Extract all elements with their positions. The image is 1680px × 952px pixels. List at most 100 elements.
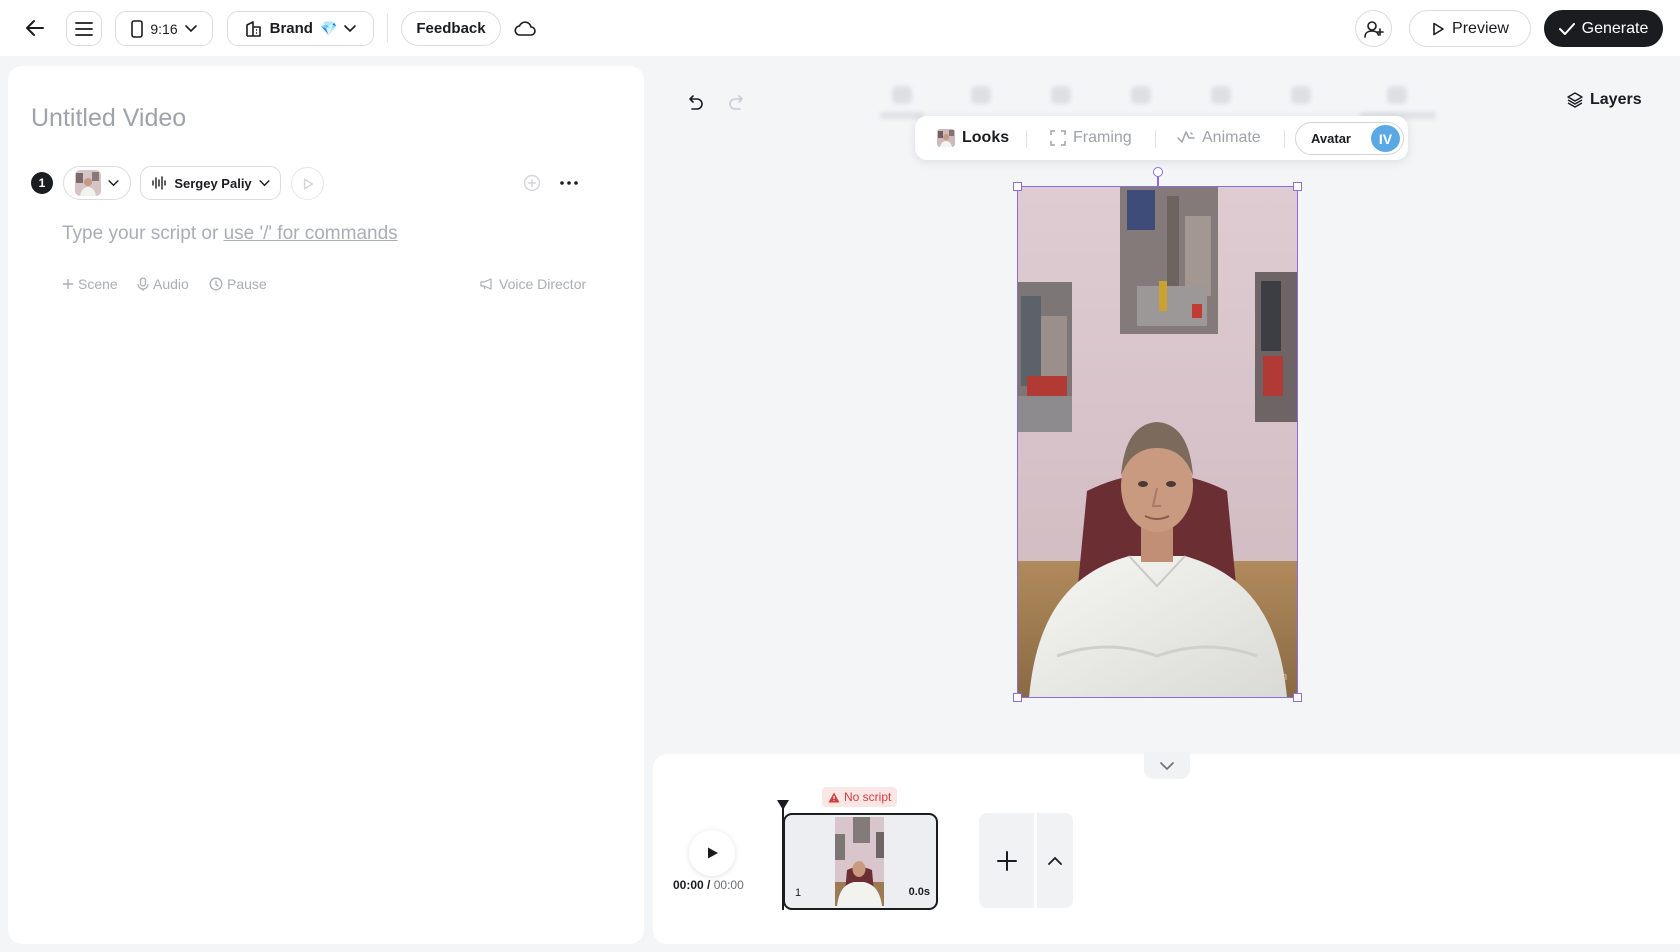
voice-name: Sergey Paliy: [174, 175, 252, 191]
voice-director-action[interactable]: Voice Director: [480, 276, 586, 292]
voice-selector[interactable]: Sergey Paliy: [140, 166, 281, 200]
back-arrow-icon[interactable]: [22, 16, 48, 40]
rotate-handle[interactable]: [1153, 167, 1163, 177]
add-scene-circle-icon[interactable]: [522, 173, 542, 193]
audio-action-label: Audio: [153, 276, 189, 292]
voice-waveform-icon: [151, 176, 167, 190]
resize-handle-top-left[interactable]: [1013, 182, 1022, 191]
blurred-tool-icon: [1131, 86, 1151, 104]
generate-button[interactable]: Generate: [1544, 10, 1663, 47]
layers-button[interactable]: Layers: [1567, 91, 1642, 109]
add-scene-button[interactable]: [979, 813, 1034, 908]
scene-duration: 0.0s: [908, 886, 930, 898]
plus-icon: [996, 850, 1018, 872]
avatar-type-selector[interactable]: Avatar IV: [1295, 122, 1404, 155]
total-time: 00:00: [713, 878, 744, 892]
framing-label: Framing: [1073, 129, 1132, 146]
undo-icon[interactable]: [683, 91, 705, 113]
blurred-tool-label: [880, 112, 924, 119]
collapse-timeline-button[interactable]: [1144, 752, 1190, 779]
selection-box: [1013, 182, 1302, 702]
script-editor[interactable]: Type your script or use '/' for commands: [62, 223, 398, 245]
warning-triangle-icon: [828, 792, 840, 803]
divider: [1284, 130, 1285, 148]
scene-action-label: Scene: [78, 276, 118, 292]
looks-thumbnail-icon: [937, 129, 955, 147]
brand-label: Brand: [269, 20, 313, 37]
animate-button[interactable]: Animate: [1177, 129, 1261, 147]
avatar-toolbar: Looks Framing Animate Avatar IV: [915, 116, 1408, 160]
play-voice-button[interactable]: [291, 167, 324, 200]
command-hint-link[interactable]: use '/' for commands: [224, 223, 398, 244]
chevron-up-icon: [1048, 856, 1062, 865]
brand-dropdown[interactable]: Brand 💎: [227, 11, 374, 46]
aspect-ratio-dropdown[interactable]: 9:16: [115, 11, 213, 46]
warning-label: No script: [844, 790, 892, 804]
scene-options-button[interactable]: [1037, 813, 1073, 908]
more-options-icon[interactable]: [558, 173, 580, 193]
hamburger-icon: [75, 21, 93, 36]
chevron-down-icon: [344, 24, 357, 33]
add-scene-action[interactable]: Scene: [62, 276, 118, 292]
playback-time: 00:00 / 00:00: [673, 878, 744, 892]
animate-label: Animate: [1202, 129, 1261, 146]
chevron-down-icon: [259, 179, 270, 187]
avatar-selector[interactable]: [63, 166, 131, 200]
diamond-icon: 💎: [319, 20, 338, 36]
add-pause-action[interactable]: Pause: [209, 276, 267, 292]
feedback-button[interactable]: Feedback: [401, 11, 501, 46]
microphone-icon: [137, 276, 149, 292]
looks-label: Looks: [962, 129, 1010, 146]
play-outline-icon: [302, 178, 314, 190]
blurred-tool-icon: [1291, 86, 1311, 104]
feedback-label: Feedback: [416, 20, 486, 37]
preview-button[interactable]: Preview: [1409, 10, 1531, 47]
current-time: 00:00: [673, 878, 704, 892]
add-audio-action[interactable]: Audio: [137, 276, 189, 292]
voice-director-label: Voice Director: [499, 276, 587, 292]
checkmark-icon: [1558, 22, 1575, 35]
top-bar: 9:16 Brand 💎 Feedback Preview Generate: [0, 0, 1680, 56]
avatar-label: Avatar: [1311, 131, 1351, 146]
rotate-handle-stem: [1157, 176, 1159, 186]
resize-handle-bottom-left[interactable]: [1013, 693, 1022, 702]
framing-button[interactable]: Framing: [1050, 129, 1132, 147]
video-title-input[interactable]: Untitled Video: [31, 104, 186, 133]
scene-number-badge: 1: [31, 172, 53, 194]
chevron-down-icon: [184, 24, 197, 33]
clock-icon: [209, 277, 223, 291]
script-placeholder: Type your script or: [62, 223, 224, 244]
play-outline-icon: [1431, 22, 1445, 36]
time-separator: /: [703, 878, 714, 892]
plus-icon: [62, 278, 74, 290]
pause-action-label: Pause: [227, 276, 267, 292]
divider: [387, 14, 388, 42]
blurred-tool-icon: [1387, 86, 1407, 104]
timeline-scene-card[interactable]: 1 0.0s: [783, 813, 938, 910]
resize-handle-top-right[interactable]: [1293, 182, 1302, 191]
blurred-tool-icon: [971, 86, 991, 104]
menu-button[interactable]: [66, 11, 102, 46]
layers-label: Layers: [1590, 91, 1642, 108]
resize-handle-bottom-right[interactable]: [1293, 693, 1302, 702]
timeline-play-button[interactable]: [689, 830, 735, 876]
divider: [1155, 130, 1156, 148]
generate-label: Generate: [1581, 19, 1649, 37]
layers-icon: [1567, 92, 1583, 108]
scene-index: 1: [795, 887, 802, 899]
preview-label: Preview: [1452, 19, 1509, 37]
phone-icon: [131, 19, 144, 38]
play-icon: [705, 846, 719, 860]
scene-thumbnail: [835, 817, 884, 906]
cloud-save-icon[interactable]: [513, 16, 537, 40]
brand-kit-icon: [245, 20, 263, 38]
invite-user-button[interactable]: [1355, 10, 1392, 47]
redo-icon[interactable]: [727, 91, 749, 113]
blurred-tool-icon: [892, 86, 912, 104]
blurred-tool-icon: [1051, 86, 1071, 104]
avatar-iv-badge: IV: [1371, 125, 1400, 152]
megaphone-icon: [480, 278, 495, 290]
add-user-icon: [1363, 20, 1384, 38]
looks-button[interactable]: Looks: [937, 129, 1009, 147]
chevron-down-icon: [1160, 761, 1174, 770]
